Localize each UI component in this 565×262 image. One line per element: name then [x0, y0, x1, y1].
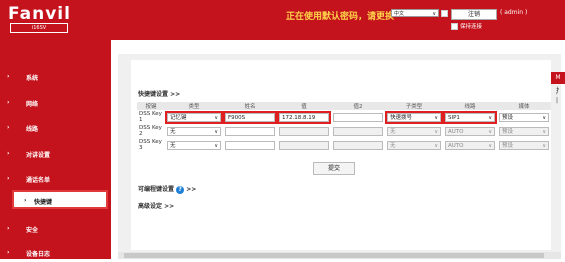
media-select[interactable]: 预设 [499, 126, 549, 136]
line-select[interactable]: AUTO [445, 126, 495, 136]
sidebar-item-call-list[interactable]: › 通话名单 [0, 170, 111, 188]
type-select[interactable]: 无 [167, 140, 221, 150]
sidebar-item-network[interactable]: › 网络 [0, 94, 111, 112]
table-row: DSS Key 1 记忆键 F900S 172.18.8.19 快速拨号 SIP… [137, 110, 551, 124]
default-password-warning: 正在使用默认密码，请更换 [286, 12, 395, 22]
key-label: DSS Key 1 [139, 111, 162, 123]
type-select[interactable]: 记忆键 [165, 110, 223, 124]
programmable-key-title: 可编程键设置 [138, 186, 175, 193]
column-header: 类型 [165, 102, 223, 110]
section-expand-arrows: >> [186, 186, 197, 193]
chevron-right-icon: › [7, 99, 10, 106]
main-top-curve [111, 40, 565, 52]
key-label: DSS Key 3 [139, 139, 162, 151]
value-input[interactable] [279, 126, 329, 136]
sidebar: › 系统 › 网络 › 线路 › 对讲设置 › 通话名单 › 快捷键 › 安全 … [0, 40, 111, 259]
table-row: DSS Key 3 无 无 AUTO 预设 [137, 138, 551, 152]
remember-checkbox[interactable] [451, 23, 458, 30]
value2-input[interactable] [333, 112, 383, 122]
logout-button[interactable]: 注销 [451, 9, 497, 20]
chevron-right-icon: › [7, 150, 10, 157]
table-header-row: 按键 类型 姓名 值 值2 子类型 线路 媒体 [137, 102, 551, 110]
help-icon[interactable]: ? [176, 185, 185, 194]
chevron-down-icon: ∨ [432, 11, 436, 17]
model-badge: i16SV [10, 23, 68, 33]
sidebar-item-label: 网络 [26, 101, 39, 108]
sidebar-item-label: 对讲设置 [26, 152, 51, 159]
scrollbar-thumb[interactable] [124, 253, 544, 258]
name-input[interactable] [225, 140, 275, 150]
sidebar-item-device-log[interactable]: › 设备日志 [0, 244, 111, 262]
subtype-select[interactable]: 无 [387, 126, 441, 136]
language-value: 中文 [394, 11, 405, 17]
name-input[interactable]: F900S [223, 110, 277, 124]
settings-panel [131, 60, 551, 250]
programmable-key-section[interactable]: 可编程键设置 ? >> [138, 184, 196, 194]
logo-text: Fanvil [8, 4, 71, 24]
key-label: DSS Key 2 [139, 125, 162, 137]
type-select[interactable]: 无 [167, 126, 221, 136]
table-row: DSS Key 2 无 无 AUTO 预设 [137, 124, 551, 138]
sidebar-item-label: 快捷键 [34, 199, 53, 206]
media-select[interactable]: 预设 [499, 112, 549, 122]
name-input[interactable] [225, 126, 275, 136]
sidebar-item-label: 设备日志 [26, 251, 51, 258]
column-header: 媒体 [497, 102, 551, 110]
dsskey-table: 按键 类型 姓名 值 值2 子类型 线路 媒体 DSS Key 1 记忆键 F9… [137, 102, 551, 152]
column-header: 值2 [331, 102, 385, 110]
sidebar-item-lines[interactable]: › 线路 [0, 119, 111, 137]
chevron-right-icon: › [7, 73, 10, 80]
chevron-right-icon: › [7, 124, 10, 131]
sidebar-item-dsskey[interactable]: › 快捷键 [12, 190, 108, 209]
sidebar-item-security[interactable]: › 安全 [0, 220, 111, 238]
right-panel-fragment: 扌 ' | [556, 87, 563, 104]
column-header: 子类型 [385, 102, 443, 110]
current-user: ( admin ) [500, 9, 528, 16]
column-header: 值 [277, 102, 331, 110]
column-header: 线路 [443, 102, 497, 110]
advanced-settings-section[interactable]: 高级设定 >> [138, 201, 174, 210]
line-select[interactable]: AUTO [445, 140, 495, 150]
line-select[interactable]: SIP1 [443, 110, 497, 124]
sidebar-item-system[interactable]: › 系统 [0, 68, 111, 86]
sidebar-item-intercom[interactable]: › 对讲设置 [0, 145, 111, 163]
value2-input[interactable] [333, 126, 383, 136]
chevron-right-icon: › [24, 197, 27, 204]
header-checkbox[interactable] [441, 10, 448, 17]
column-header: 姓名 [223, 102, 277, 110]
sidebar-item-label: 安全 [26, 227, 39, 234]
fanvil-logo: Fanvil i16SV [8, 4, 72, 34]
subtype-select[interactable]: 无 [387, 140, 441, 150]
sidebar-item-label: 通话名单 [26, 177, 51, 184]
chevron-right-icon: › [7, 175, 10, 182]
language-select[interactable]: 中文 ∨ [391, 9, 439, 17]
value2-input[interactable] [333, 140, 383, 150]
right-panel-tab[interactable]: M [551, 72, 565, 84]
column-header: 按键 [137, 102, 165, 110]
value-input[interactable]: 172.18.8.19 [277, 110, 331, 124]
subtype-select[interactable]: 快速拨号 [385, 110, 443, 124]
sidebar-item-label: 系统 [26, 75, 39, 82]
value-input[interactable] [279, 140, 329, 150]
submit-button[interactable]: 提交 [313, 162, 355, 175]
chevron-right-icon: › [7, 249, 10, 256]
dsskey-section-title[interactable]: 快捷键设置 >> [138, 89, 180, 98]
remember-label: 保持连接 [460, 24, 483, 30]
chevron-right-icon: › [7, 225, 10, 232]
media-select[interactable]: 预设 [499, 140, 549, 150]
sidebar-item-label: 线路 [26, 126, 39, 133]
top-header: Fanvil i16SV 正在使用默认密码，请更换 中文 ∨ 注销 ( admi… [0, 0, 565, 40]
